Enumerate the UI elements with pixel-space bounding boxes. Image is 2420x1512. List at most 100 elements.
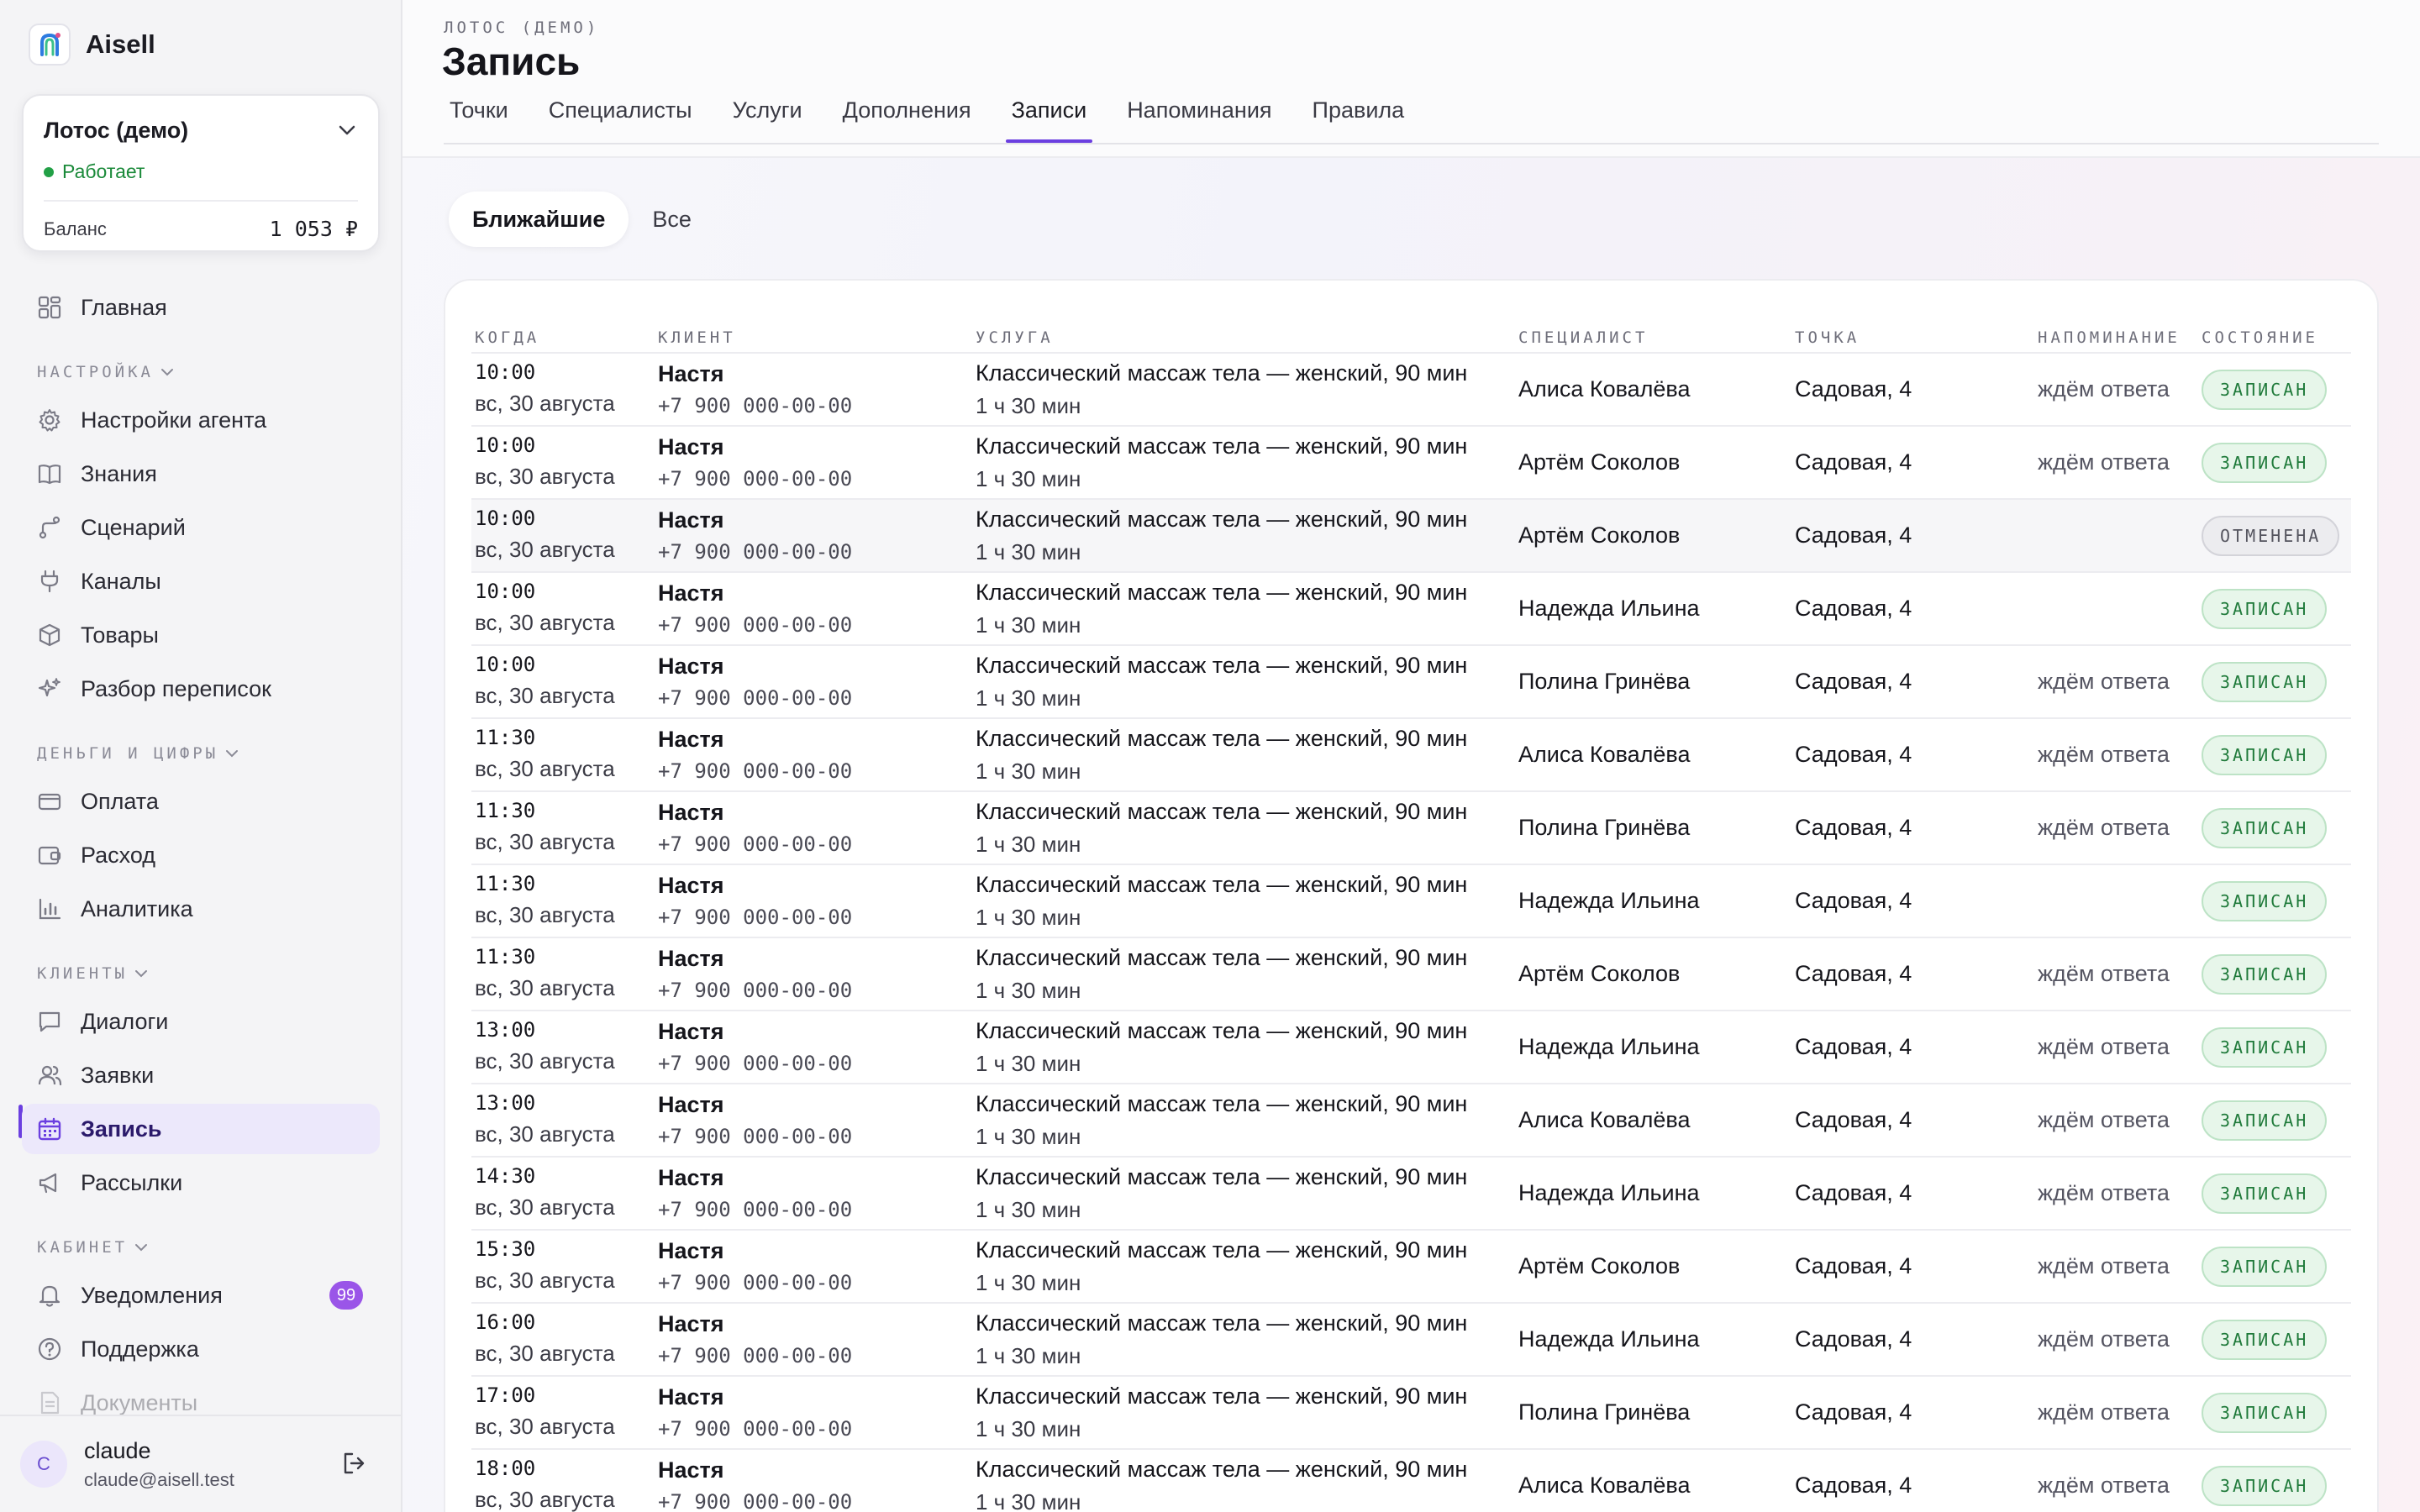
chevron-down-icon — [160, 369, 173, 376]
table-row[interactable]: 17:00 вс, 30 августа Настя +7 900 000-00-00… — [471, 1376, 2351, 1450]
cell-when: 17:00 вс, 30 августа — [471, 1376, 655, 1450]
reminder-status: ждём ответа — [2038, 1107, 2170, 1132]
chevron-down-icon[interactable] — [338, 124, 356, 140]
specialist-name: Артём Соколов — [1518, 449, 1681, 475]
nav-section-money[interactable]: ДЕНЬГИ И ЦИФРЫ — [37, 744, 239, 763]
tab-bookings[interactable]: Записи — [1005, 96, 1093, 143]
table-row[interactable]: 11:30 вс, 30 августа Настя +7 900 000-00-00… — [471, 718, 2351, 792]
client-name[interactable]: Настя — [658, 434, 972, 460]
client-name[interactable]: Настя — [658, 1092, 972, 1118]
nav-section-cabinet[interactable]: КАБИНЕТ — [37, 1238, 148, 1257]
nav-item-support[interactable]: Поддержка — [22, 1324, 380, 1374]
service-name: Классический массаж тела — женский, 90 м… — [976, 1017, 1468, 1043]
nav-label: Расход — [81, 842, 156, 868]
cell-location: Садовая, 4 — [1791, 1376, 2034, 1450]
logout-icon[interactable] — [340, 1450, 367, 1481]
nav-item-agent-settings[interactable]: Настройки агента — [22, 395, 380, 445]
table-row[interactable]: 15:30 вс, 30 августа Настя +7 900 000-00-00… — [471, 1230, 2351, 1304]
client-name[interactable]: Настя — [658, 946, 972, 972]
booking-date: вс, 30 августа — [475, 537, 615, 562]
tab-addons[interactable]: Дополнения — [837, 96, 977, 143]
avatar[interactable]: C — [20, 1441, 67, 1488]
nav-item-payment[interactable]: Оплата — [22, 776, 380, 827]
table-row[interactable]: 10:00 вс, 30 августа Настя +7 900 000-00-00… — [471, 572, 2351, 646]
cell-status: ЗАПИСАН — [2198, 1011, 2351, 1084]
client-name[interactable]: Настя — [658, 361, 972, 387]
table-row[interactable]: 18:00 вс, 30 августа Настя +7 900 000-00-00… — [471, 1449, 2351, 1512]
section-label: ДЕНЬГИ И ЦИФРЫ — [37, 744, 219, 763]
table-row[interactable]: 10:00 вс, 30 августа Настя +7 900 000-00-00… — [471, 353, 2351, 427]
tab-reminders[interactable]: Напоминания — [1121, 96, 1277, 143]
column-header-specialist[interactable]: СПЕЦИАЛИСТ — [1515, 319, 1791, 354]
brand[interactable]: Aisell — [29, 24, 155, 66]
cell-status: ЗАПИСАН — [2198, 572, 2351, 646]
nav-section-clients[interactable]: КЛИЕНТЫ — [37, 964, 148, 983]
client-name[interactable]: Настя — [658, 507, 972, 533]
nav-item-channels[interactable]: Каналы — [22, 556, 380, 606]
column-header-when[interactable]: КОГДА — [471, 319, 655, 354]
table-row[interactable]: 14:30 вс, 30 августа Настя +7 900 000-00-00… — [471, 1157, 2351, 1231]
nav-item-home[interactable]: Главная — [22, 282, 380, 333]
table-row[interactable]: 11:30 вс, 30 августа Настя +7 900 000-00-00… — [471, 937, 2351, 1011]
user-email: claude@aisell.test — [84, 1468, 234, 1490]
nav-section-settings[interactable]: НАСТРОЙКА — [37, 363, 174, 381]
table-row[interactable]: 10:00 вс, 30 августа Настя +7 900 000-00-00… — [471, 499, 2351, 573]
booking-date: вс, 30 августа — [475, 975, 615, 1000]
client-name[interactable]: Настя — [658, 1165, 972, 1191]
location-name: Садовая, 4 — [1795, 669, 1912, 694]
nav-item-notifications[interactable]: Уведомления 99 — [22, 1270, 380, 1320]
service-name: Классический массаж тела — женский, 90 м… — [976, 506, 1468, 532]
filter-nearest-button[interactable]: Ближайшие — [449, 192, 629, 247]
client-name[interactable]: Настя — [658, 1384, 972, 1410]
nav-item-requests[interactable]: Заявки — [22, 1050, 380, 1100]
nav-item-analytics[interactable]: Аналитика — [22, 884, 380, 934]
table-row[interactable]: 11:30 вс, 30 августа Настя +7 900 000-00-00… — [471, 791, 2351, 865]
cell-status: ЗАПИСАН — [2198, 1157, 2351, 1231]
table-row[interactable]: 16:00 вс, 30 августа Настя +7 900 000-00-00… — [471, 1303, 2351, 1377]
column-header-reminder[interactable]: НАПОМИНАНИЕ — [2034, 319, 2198, 354]
column-header-status[interactable]: СОСТОЯНИЕ — [2198, 319, 2351, 354]
org-switcher[interactable]: Лотос (демо) Работает Баланс 1 053 ₽ — [22, 94, 380, 252]
client-name[interactable]: Настя — [658, 1019, 972, 1045]
client-name[interactable]: Настя — [658, 580, 972, 606]
nav-item-dialogs[interactable]: Диалоги — [22, 996, 380, 1047]
cell-reminder: ждём ответа — [2034, 645, 2198, 719]
nav-item-booking[interactable]: Запись — [22, 1104, 380, 1154]
table-row[interactable]: 10:00 вс, 30 августа Настя +7 900 000-00-00… — [471, 645, 2351, 719]
tab-rules[interactable]: Правила — [1307, 96, 1411, 143]
booking-time: 11:30 — [475, 872, 536, 895]
tab-points[interactable]: Точки — [444, 96, 514, 143]
filter-all-button[interactable]: Все — [629, 192, 715, 247]
column-header-client[interactable]: КЛИЕНТ — [655, 319, 972, 354]
nav-item-knowledge[interactable]: Знания — [22, 449, 380, 499]
client-name[interactable]: Настя — [658, 800, 972, 826]
service-duration: 1 ч 30 мин — [976, 1269, 1081, 1295]
client-phone: +7 900 000-00-00 — [658, 832, 853, 856]
client-name[interactable]: Настя — [658, 654, 972, 680]
nav-item-expense[interactable]: Расход — [22, 830, 380, 880]
column-header-service[interactable]: УСЛУГА — [972, 319, 1515, 354]
nav-item-mailings[interactable]: Рассылки — [22, 1158, 380, 1208]
client-name[interactable]: Настя — [658, 1457, 972, 1483]
cell-client: Настя +7 900 000-00-00 — [655, 1230, 972, 1304]
table-row[interactable]: 13:00 вс, 30 августа Настя +7 900 000-00-00… — [471, 1084, 2351, 1158]
cell-service: Классический массаж тела — женский, 90 м… — [972, 864, 1515, 938]
tab-services[interactable]: Услуги — [727, 96, 808, 143]
reminder-status: ждём ответа — [2038, 1180, 2170, 1205]
client-name[interactable]: Настя — [658, 1311, 972, 1337]
client-name[interactable]: Настя — [658, 873, 972, 899]
client-name[interactable]: Настя — [658, 1238, 972, 1264]
specialist-name: Алиса Ковалёва — [1518, 742, 1691, 767]
tab-specialists[interactable]: Специалисты — [543, 96, 698, 143]
booking-date: вс, 30 августа — [475, 610, 615, 635]
table-row[interactable]: 10:00 вс, 30 августа Настя +7 900 000-00-00… — [471, 426, 2351, 500]
nav-item-scenario[interactable]: Сценарий — [22, 502, 380, 553]
table-row[interactable]: 13:00 вс, 30 августа Настя +7 900 000-00-00… — [471, 1011, 2351, 1084]
column-header-location[interactable]: ТОЧКА — [1791, 319, 2034, 354]
specialist-name: Надежда Ильина — [1518, 1326, 1700, 1352]
client-name[interactable]: Настя — [658, 727, 972, 753]
service-name: Классический массаж тела — женский, 90 м… — [976, 1090, 1468, 1116]
nav-item-chat-review[interactable]: Разбор переписок — [22, 664, 380, 714]
nav-item-products[interactable]: Товары — [22, 610, 380, 660]
table-row[interactable]: 11:30 вс, 30 августа Настя +7 900 000-00-00… — [471, 864, 2351, 938]
